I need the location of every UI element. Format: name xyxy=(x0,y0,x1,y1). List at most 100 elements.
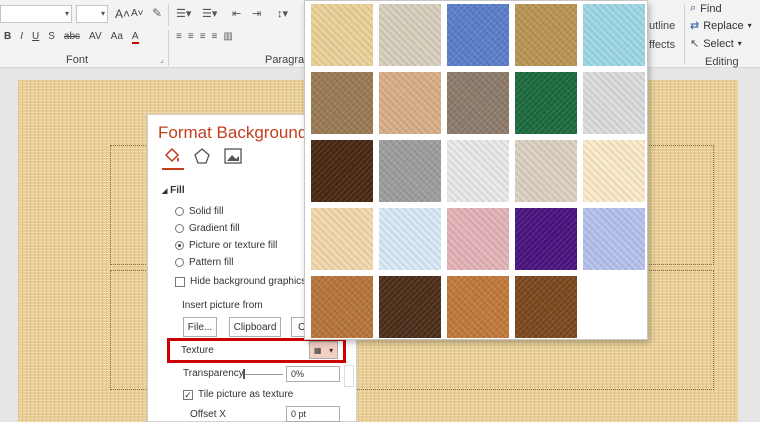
texture-tile[interactable] xyxy=(379,72,441,134)
change-case-button[interactable]: Aa xyxy=(111,31,123,44)
replace-dropdown-icon: ▾ xyxy=(747,21,752,30)
radio-label: Solid fill xyxy=(189,206,224,217)
char-spacing-button[interactable]: AV xyxy=(89,31,102,44)
shape-outline-button[interactable]: utline xyxy=(649,20,675,32)
texture-tile[interactable] xyxy=(447,140,509,202)
radio-label: Picture or texture fill xyxy=(189,240,278,251)
fill-tab-underline xyxy=(162,168,184,170)
file-button[interactable]: File... xyxy=(183,317,217,337)
radio-circle xyxy=(175,241,184,250)
transparency-spinner[interactable]: 0% xyxy=(286,366,340,382)
hide-background-graphics-checkbox[interactable]: Hide background graphics xyxy=(175,276,306,287)
radio-circle xyxy=(175,258,184,267)
font-color-button[interactable]: A xyxy=(131,31,139,44)
find-label: Find xyxy=(700,2,722,15)
clipboard-button[interactable]: Clipboard xyxy=(229,317,281,337)
texture-tile[interactable] xyxy=(379,140,441,202)
decrease-indent-icon[interactable]: ⇤ xyxy=(232,7,241,20)
radio-circle xyxy=(175,224,184,233)
texture-tile[interactable] xyxy=(583,72,645,134)
texture-tile[interactable] xyxy=(447,276,509,338)
align-left-icon[interactable]: ≡ xyxy=(176,31,182,42)
texture-tile[interactable] xyxy=(583,4,645,66)
checkbox-label: Hide background graphics xyxy=(190,276,307,287)
select-button[interactable]: ↖ Select ▾ xyxy=(690,37,742,51)
alignment-buttons: ≡ ≡ ≡ ≡ ▥ xyxy=(176,31,233,42)
radio-solid-fill[interactable]: Solid fill xyxy=(175,206,223,217)
bullets-icon[interactable]: ☰▾ xyxy=(176,7,191,20)
checkbox-box xyxy=(175,276,185,287)
radio-circle xyxy=(175,207,184,216)
radio-gradient-fill[interactable]: Gradient fill xyxy=(175,223,240,234)
replace-button[interactable]: ⇄ Replace ▾ xyxy=(690,19,752,33)
pane-scrollbar[interactable] xyxy=(344,365,354,387)
texture-tile[interactable] xyxy=(311,4,373,66)
replace-label: Replace xyxy=(703,19,744,32)
collapse-triangle-icon: ◢ xyxy=(162,188,168,195)
select-dropdown-icon: ▾ xyxy=(737,39,742,48)
checkbox-label: Tile picture as texture xyxy=(198,389,294,400)
texture-tile[interactable] xyxy=(515,140,577,202)
texture-tile[interactable] xyxy=(311,72,373,134)
font-name-combo[interactable] xyxy=(0,5,72,23)
numbering-icon[interactable]: ☰▾ xyxy=(202,7,217,20)
texture-tile[interactable] xyxy=(311,140,373,202)
shadow-button[interactable]: S xyxy=(48,31,55,44)
italic-button[interactable]: I xyxy=(20,31,23,44)
texture-tile[interactable] xyxy=(311,208,373,270)
increase-indent-icon[interactable]: ⇥ xyxy=(252,7,261,20)
font-name-dropdown-icon[interactable]: ▾ xyxy=(65,9,69,18)
separator xyxy=(168,4,169,26)
font-dialog-launcher-icon[interactable]: ⌟ xyxy=(160,55,164,64)
align-center-icon[interactable]: ≡ xyxy=(188,31,194,42)
separator xyxy=(684,4,685,64)
radio-pattern-fill[interactable]: Pattern fill xyxy=(175,257,233,268)
editing-group-label: Editing xyxy=(705,56,739,68)
transparency-slider-track[interactable] xyxy=(243,374,283,375)
select-label: Select xyxy=(703,37,734,50)
texture-tile[interactable] xyxy=(515,4,577,66)
texture-tile[interactable] xyxy=(447,4,509,66)
font-group-label: Font xyxy=(66,54,89,66)
fill-section-header[interactable]: ◢ Fill xyxy=(162,185,185,196)
texture-tile[interactable] xyxy=(515,208,577,270)
texture-tile[interactable] xyxy=(311,276,373,338)
fill-tab-icon[interactable] xyxy=(162,147,182,168)
strikethrough-button[interactable]: abc xyxy=(64,31,80,44)
justify-icon[interactable]: ≡ xyxy=(212,31,218,42)
texture-tile[interactable] xyxy=(379,276,441,338)
transparency-value: 0% xyxy=(291,369,305,379)
texture-tile[interactable] xyxy=(379,208,441,270)
texture-tile[interactable] xyxy=(515,276,577,338)
texture-tile[interactable] xyxy=(583,208,645,270)
pane-title: Format Background xyxy=(158,123,308,142)
font-format-buttons: B I U S abc AV Aa A xyxy=(4,31,139,44)
find-button[interactable]: ⌕ Find xyxy=(690,2,722,15)
shrink-font-button[interactable]: A˅ xyxy=(131,8,144,19)
tile-picture-checkbox[interactable]: ✓ Tile picture as texture xyxy=(183,389,293,400)
line-spacing-icon[interactable]: ↕▾ xyxy=(277,7,288,20)
fill-section-label: Fill xyxy=(170,185,185,196)
offset-x-spinner[interactable]: 0 pt xyxy=(286,406,340,422)
align-right-icon[interactable]: ≡ xyxy=(200,31,206,42)
columns-icon[interactable]: ▥ xyxy=(223,31,232,42)
texture-tile[interactable] xyxy=(583,140,645,202)
grow-font-button[interactable]: A˄ xyxy=(115,7,130,21)
picture-tab-icon[interactable] xyxy=(224,147,242,168)
texture-tile[interactable] xyxy=(447,208,509,270)
font-size-dropdown-icon[interactable]: ▾ xyxy=(101,9,105,18)
underline-button[interactable]: U xyxy=(32,31,39,44)
transparency-slider-thumb[interactable] xyxy=(243,369,245,379)
radio-picture-texture-fill[interactable]: Picture or texture fill xyxy=(175,240,277,251)
transparency-label: Transparency xyxy=(183,368,244,379)
texture-tile[interactable] xyxy=(515,72,577,134)
effects-tab-icon[interactable] xyxy=(193,147,211,168)
texture-gallery xyxy=(304,0,648,340)
texture-tile[interactable] xyxy=(447,72,509,134)
bold-button[interactable]: B xyxy=(4,31,11,44)
offset-x-value: 0 pt xyxy=(291,409,307,419)
texture-tile[interactable] xyxy=(379,4,441,66)
shape-effects-button[interactable]: ffects xyxy=(649,39,675,51)
clear-formatting-icon[interactable]: ✎ xyxy=(152,6,162,20)
radio-label: Gradient fill xyxy=(189,223,240,234)
